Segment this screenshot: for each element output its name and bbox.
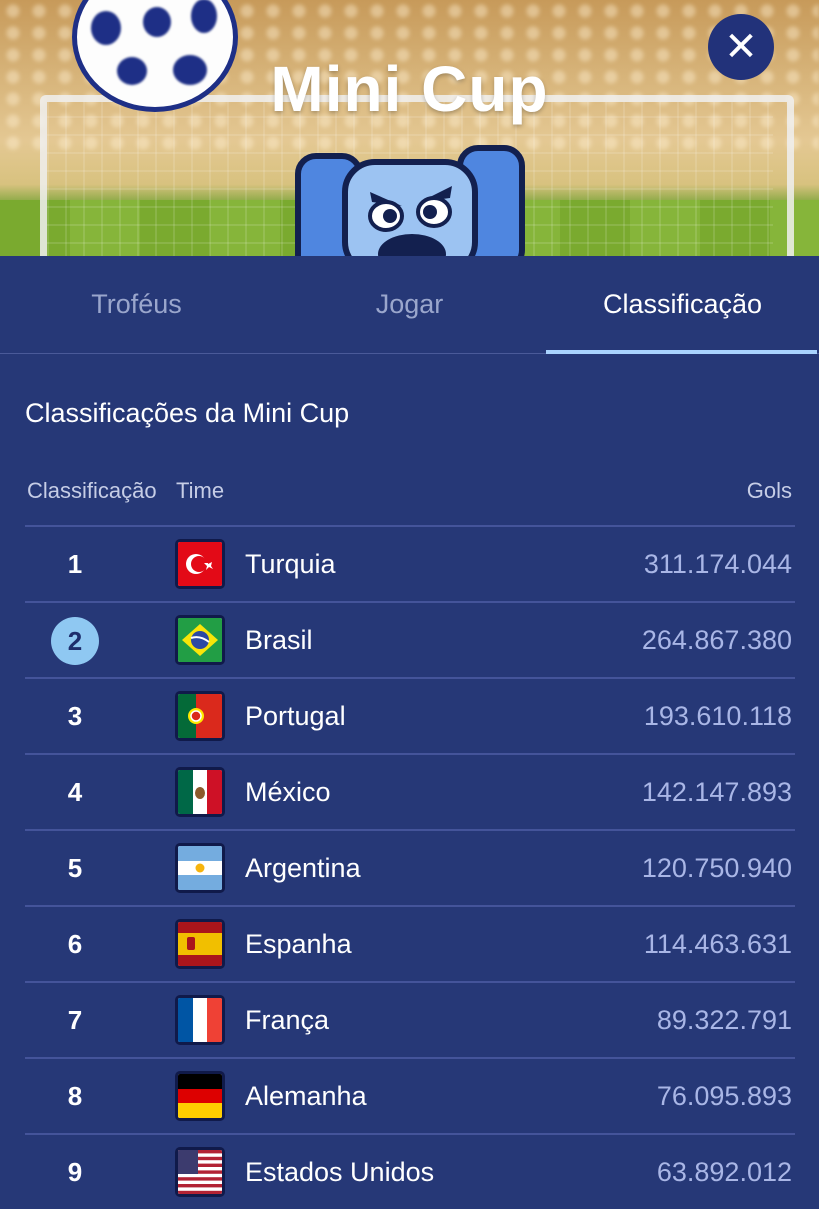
rank-number: 4 bbox=[67, 776, 83, 807]
team-name: Argentina bbox=[245, 852, 361, 883]
germany-flag-icon bbox=[175, 1071, 225, 1121]
table-row[interactable]: 8 Alemanha 76.095.893 bbox=[25, 1057, 795, 1133]
team-name: Alemanha bbox=[245, 1080, 367, 1111]
goals-value: 311.174.044 bbox=[643, 548, 792, 579]
goals-value: 193.610.118 bbox=[643, 700, 792, 731]
leaderboard-table: 1 Turquia 311.174.044 2 Brasil 264.867.3… bbox=[25, 525, 795, 1209]
rank-number: 7 bbox=[67, 1004, 83, 1035]
goals-value: 120.750.940 bbox=[641, 852, 792, 883]
table-row[interactable]: 4 México 142.147.893 bbox=[25, 753, 795, 829]
page-title: Mini Cup bbox=[270, 53, 549, 125]
column-header-rank: Classificação bbox=[27, 478, 157, 503]
spain-flag-icon bbox=[175, 919, 225, 969]
table-row[interactable]: 1 Turquia 311.174.044 bbox=[25, 525, 795, 601]
header-banner: Mini Cup ✕ bbox=[0, 0, 819, 256]
close-icon: ✕ bbox=[724, 25, 758, 69]
goals-value: 76.095.893 bbox=[656, 1080, 792, 1111]
tab-classificacao[interactable]: Classificação bbox=[546, 256, 819, 354]
table-row[interactable]: 3 Portugal 193.610.118 bbox=[25, 677, 795, 753]
team-name: México bbox=[245, 776, 331, 807]
rank-number: 8 bbox=[67, 1080, 83, 1111]
france-flag-icon bbox=[175, 995, 225, 1045]
rank-number: 6 bbox=[67, 928, 83, 959]
tab-bar: Troféus Jogar Classificação bbox=[0, 256, 819, 354]
tab-jogar[interactable]: Jogar bbox=[273, 256, 546, 353]
team-name: Espanha bbox=[245, 928, 352, 959]
table-row[interactable]: 6 Espanha 114.463.631 bbox=[25, 905, 795, 981]
usa-flag-icon bbox=[175, 1147, 225, 1197]
argentina-flag-icon bbox=[175, 843, 225, 893]
rank-number: 9 bbox=[67, 1156, 83, 1187]
rank-number: 1 bbox=[67, 548, 83, 579]
goals-value: 63.892.012 bbox=[656, 1156, 792, 1187]
mexico-flag-icon bbox=[175, 767, 225, 817]
goals-value: 114.463.631 bbox=[643, 928, 792, 959]
goals-value: 89.322.791 bbox=[656, 1004, 792, 1035]
turkey-flag-icon bbox=[175, 539, 225, 589]
rank-number-highlighted: 2 bbox=[51, 617, 99, 665]
team-name: Portugal bbox=[245, 700, 346, 731]
rank-number: 3 bbox=[67, 700, 83, 731]
portugal-flag-icon bbox=[175, 691, 225, 741]
table-row[interactable]: 7 França 89.322.791 bbox=[25, 981, 795, 1057]
team-name: Turquia bbox=[245, 548, 336, 579]
section-title: Classificações da Mini Cup bbox=[25, 398, 350, 428]
team-name: França bbox=[245, 1004, 330, 1035]
table-row[interactable]: 2 Brasil 264.867.380 bbox=[25, 601, 795, 677]
table-row[interactable]: 9 Estados Unidos 63.892.012 bbox=[25, 1133, 795, 1209]
tab-trofeus[interactable]: Troféus bbox=[0, 256, 273, 353]
goals-value: 142.147.893 bbox=[641, 776, 792, 807]
column-header-team: Time bbox=[176, 478, 225, 503]
goals-value: 264.867.380 bbox=[641, 624, 792, 655]
rank-number: 5 bbox=[67, 852, 83, 883]
team-name: Brasil bbox=[245, 624, 313, 655]
brazil-flag-icon bbox=[175, 615, 225, 665]
table-row[interactable]: 5 Argentina 120.750.940 bbox=[25, 829, 795, 905]
team-name: Estados Unidos bbox=[245, 1156, 435, 1187]
close-button[interactable]: ✕ bbox=[708, 14, 774, 80]
goalkeeper-mascot-icon bbox=[295, 145, 525, 256]
column-header-goals: Gols bbox=[746, 478, 792, 503]
